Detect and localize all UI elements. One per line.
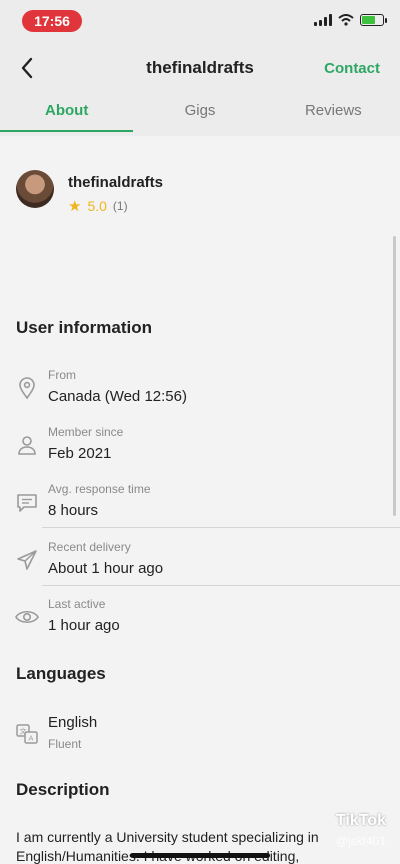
info-row-from: From Canada (Wed 12:56) xyxy=(0,368,400,424)
contact-button[interactable]: Contact xyxy=(324,60,380,77)
status-bar: 17:56 xyxy=(0,0,400,40)
header: thefinaldrafts Contact xyxy=(0,40,400,96)
info-row-recent-delivery: Recent delivery About 1 hour ago xyxy=(0,540,400,596)
info-label: Avg. response time xyxy=(48,482,151,496)
rating-value: 5.0 xyxy=(87,198,107,214)
status-time: 17:56 xyxy=(22,10,82,32)
paper-plane-icon xyxy=(17,550,37,570)
profile-username: thefinaldrafts xyxy=(68,174,164,191)
eye-icon xyxy=(15,610,39,624)
status-icons xyxy=(314,14,387,26)
languages-title: Languages xyxy=(16,664,106,683)
profile-card: thefinaldrafts ★ 5.0 (1) xyxy=(16,168,386,218)
avatar xyxy=(16,170,54,208)
svg-text:A: A xyxy=(29,735,34,743)
description-text: I am currently a University student spec… xyxy=(16,829,319,864)
info-row-member-since: Member since Feb 2021 xyxy=(0,425,400,481)
language-name: English xyxy=(48,714,98,731)
tiktok-username: @jskt401 xyxy=(335,834,386,848)
person-icon xyxy=(18,436,36,455)
home-indicator[interactable] xyxy=(130,853,270,858)
star-icon: ★ xyxy=(68,198,82,215)
tab-about[interactable]: About xyxy=(0,96,134,136)
info-label: From xyxy=(48,368,76,382)
language-level: Fluent xyxy=(48,737,82,751)
info-label: Last active xyxy=(48,597,106,611)
divider xyxy=(42,527,400,528)
tab-gigs[interactable]: Gigs xyxy=(133,96,266,136)
info-value: Feb 2021 xyxy=(48,445,112,462)
info-value: About 1 hour ago xyxy=(48,560,164,577)
cellular-signal-icon xyxy=(314,14,332,26)
wifi-icon xyxy=(338,14,354,26)
info-label: Recent delivery xyxy=(48,540,131,554)
info-label: Member since xyxy=(48,425,124,439)
divider xyxy=(42,585,400,586)
user-information-title: User information xyxy=(16,318,153,337)
svg-text:文: 文 xyxy=(20,727,27,736)
info-value: 1 hour ago xyxy=(48,617,120,634)
info-value: 8 hours xyxy=(48,502,99,519)
tab-bar: About Gigs Reviews xyxy=(0,96,400,136)
info-row-response-time: Avg. response time 8 hours xyxy=(0,482,400,538)
battery-icon xyxy=(360,14,387,26)
rating: ★ 5.0 (1) xyxy=(68,197,128,215)
chat-bubble-icon xyxy=(17,494,37,512)
translate-icon: 文 A xyxy=(16,724,38,744)
info-row-last-active: Last active 1 hour ago xyxy=(0,597,400,653)
info-value: Canada (Wed 12:56) xyxy=(48,388,187,405)
tiktok-watermark: TikTok xyxy=(335,812,386,829)
rating-count: (1) xyxy=(112,199,128,213)
language-item: 文 A English Fluent xyxy=(0,714,400,770)
description-title: Description xyxy=(16,780,110,799)
tab-reviews[interactable]: Reviews xyxy=(267,96,400,136)
location-pin-icon xyxy=(19,377,35,400)
